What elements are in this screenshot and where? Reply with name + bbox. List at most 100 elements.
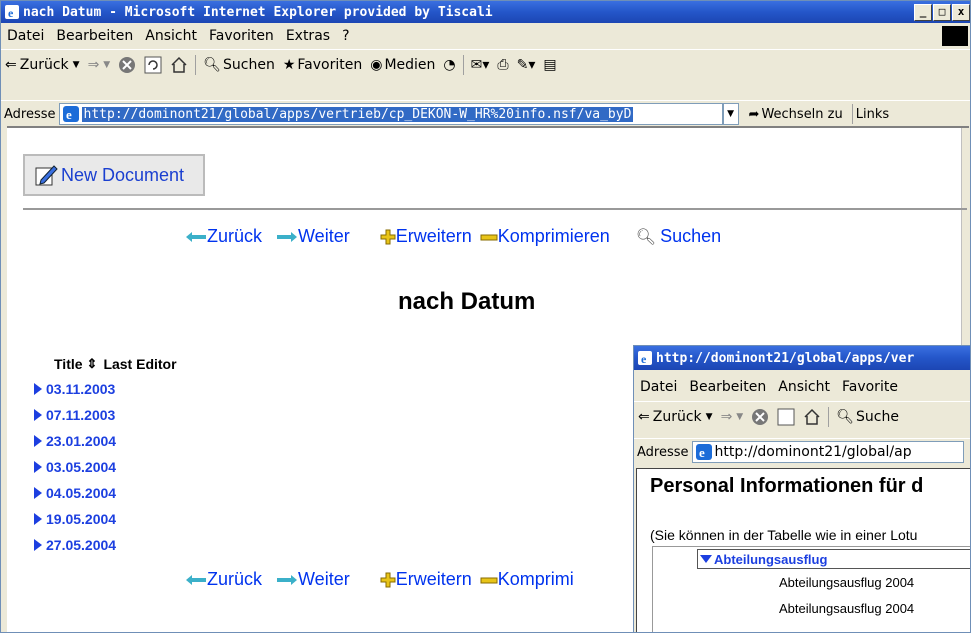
- list-item[interactable]: 03.11.2003: [34, 381, 115, 397]
- discuss-icon[interactable]: ▤: [539, 57, 560, 73]
- svg-text:e: e: [699, 445, 705, 460]
- menu-help[interactable]: ?: [336, 28, 355, 44]
- window-controls: _ □ x: [913, 4, 970, 21]
- menu-bearbeiten[interactable]: Bearbeiten: [683, 379, 772, 395]
- minus-icon: [480, 234, 498, 240]
- forward-button[interactable]: ⇒ ▼: [84, 57, 115, 73]
- plus-icon: [380, 572, 396, 587]
- stop-icon[interactable]: [114, 56, 140, 74]
- toolbar-separator: [828, 407, 830, 427]
- media-button[interactable]: ◉ Medien: [366, 57, 439, 73]
- nav-expand-label: Erweitern: [395, 226, 472, 246]
- close-button[interactable]: x: [952, 4, 970, 21]
- nav-search-label: Suchen: [660, 226, 722, 246]
- list-item[interactable]: 04.05.2004: [34, 485, 116, 501]
- stop-icon[interactable]: [747, 408, 773, 426]
- menu-favoriten[interactable]: Favoriten: [203, 28, 280, 44]
- go-arrow-icon: ➦: [748, 106, 760, 122]
- address-label: Adresse: [4, 106, 56, 122]
- category-row[interactable]: Abteilungsausflug: [697, 549, 970, 569]
- nav-back-link-bottom[interactable]: Zurück: [185, 569, 262, 590]
- top-navigation: Zurück Weiter Erweitern Komprimieren 🔍︎ …: [185, 226, 721, 247]
- list-item[interactable]: 23.01.2004: [34, 433, 116, 449]
- toolbar-separator: [195, 55, 197, 75]
- divider: [23, 208, 967, 210]
- row-date: 03.11.2003: [46, 381, 116, 397]
- menu-ansicht[interactable]: Ansicht: [772, 379, 836, 395]
- table-row[interactable]: Abteilungsausflug 2004: [779, 575, 914, 590]
- home-icon[interactable]: [799, 408, 825, 426]
- menu-datei[interactable]: Datei: [634, 379, 683, 395]
- nav-collapse-label: Komprimi: [497, 569, 574, 589]
- second-title-bar[interactable]: e http://dominont21/global/apps/ver: [634, 346, 970, 370]
- main-title-bar[interactable]: e nach Datum - Microsoft Internet Explor…: [1, 1, 970, 23]
- history-icon[interactable]: ◔: [439, 57, 459, 73]
- favorites-button[interactable]: ★ Favoriten: [279, 57, 366, 73]
- address-input[interactable]: e http://dominont21/global/apps/vertrieb…: [58, 103, 723, 125]
- maximize-button[interactable]: □: [933, 4, 951, 21]
- second-toolbar: ⇐ Zurück ▼ ⇒ ▼ 🔍︎ Suche: [634, 401, 970, 432]
- second-address-bar: Adresse e http://dominont21/global/ap: [634, 438, 970, 465]
- nav-next-link-bottom[interactable]: Weiter: [276, 569, 350, 590]
- mail-icon[interactable]: ✉▾: [467, 57, 494, 73]
- pencil-icon: [35, 165, 58, 186]
- list-item[interactable]: 19.05.2004: [34, 511, 116, 527]
- minimize-button[interactable]: _: [914, 4, 932, 21]
- menu-ansicht[interactable]: Ansicht: [139, 28, 203, 44]
- nav-search-link[interactable]: 🔍︎ Suchen: [636, 226, 721, 247]
- expand-triangle-icon: [34, 539, 42, 551]
- nav-back-label: Zurück: [207, 226, 263, 246]
- menu-datei[interactable]: Datei: [1, 28, 50, 44]
- nav-collapse-link[interactable]: Komprimieren: [480, 226, 610, 247]
- media-icon: ◉: [370, 57, 383, 73]
- print-icon[interactable]: ⎙: [493, 57, 512, 73]
- home-icon[interactable]: [166, 56, 192, 74]
- back-arrow-icon: ⇐: [5, 57, 17, 73]
- nav-expand-link[interactable]: Erweitern: [380, 226, 472, 247]
- list-item[interactable]: 07.11.2003: [34, 407, 115, 423]
- table-row[interactable]: Abteilungsausflug 2004: [779, 601, 914, 616]
- new-document-button[interactable]: New Document: [23, 154, 205, 196]
- edit-icon[interactable]: ✎▾: [513, 57, 540, 73]
- go-label: Wechseln zu: [761, 106, 843, 122]
- second-page-content: Personal Informationen für d (Sie können…: [636, 468, 970, 632]
- menu-favoriten[interactable]: Favorite: [836, 379, 904, 395]
- category-label: Abteilungsausflug: [714, 551, 828, 567]
- media-label: Medien: [384, 57, 436, 73]
- back-button[interactable]: ⇐ Zurück ▼: [1, 57, 84, 73]
- nav-collapse-label: Komprimieren: [497, 226, 610, 246]
- search-button[interactable]: 🔍︎ Suchen: [199, 57, 279, 73]
- page-title: nach Datum: [398, 288, 536, 315]
- address-dropdown-icon[interactable]: ▼: [722, 103, 739, 125]
- nav-collapse-link-bottom[interactable]: Komprimi: [480, 569, 574, 590]
- back-button[interactable]: ⇐ Zurück ▼: [634, 409, 717, 425]
- list-item[interactable]: 27.05.2004: [34, 537, 116, 553]
- nav-expand-link-bottom[interactable]: Erweitern: [380, 569, 472, 590]
- ie-icon: e: [638, 351, 652, 365]
- address-input[interactable]: e http://dominont21/global/ap: [691, 441, 964, 463]
- expand-triangle-down-icon: [700, 555, 712, 563]
- forward-button[interactable]: ⇒ ▼: [717, 409, 748, 425]
- refresh-icon[interactable]: [773, 408, 799, 426]
- new-document-label: New Document: [61, 164, 185, 185]
- sort-icon[interactable]: ⇕: [87, 356, 98, 372]
- search-icon: 🔍︎: [836, 409, 854, 425]
- column-title-header[interactable]: Title: [54, 356, 83, 372]
- row-date: 23.01.2004: [46, 433, 117, 449]
- svg-text:e: e: [8, 6, 14, 19]
- go-button[interactable]: ➦ Wechseln zu: [749, 107, 843, 122]
- column-editor-header: Last Editor: [103, 356, 177, 372]
- list-item[interactable]: 03.05.2004: [34, 459, 116, 475]
- links-button[interactable]: Links: [856, 107, 889, 122]
- table-note: (Sie können in der Tabelle wie in einer …: [650, 527, 918, 543]
- menu-bearbeiten[interactable]: Bearbeiten: [50, 28, 139, 44]
- search-button[interactable]: 🔍︎ Suche: [832, 409, 903, 425]
- second-page-title: Personal Informationen für d: [650, 475, 924, 497]
- refresh-icon[interactable]: [140, 56, 166, 74]
- bottom-navigation: Zurück Weiter Erweitern Komprimi: [185, 569, 574, 590]
- nav-back-link[interactable]: Zurück: [185, 226, 262, 247]
- nav-next-link[interactable]: Weiter: [276, 226, 350, 247]
- menu-extras[interactable]: Extras: [280, 28, 336, 44]
- favorites-icon: ★: [282, 57, 296, 73]
- page-icon: e: [62, 106, 79, 122]
